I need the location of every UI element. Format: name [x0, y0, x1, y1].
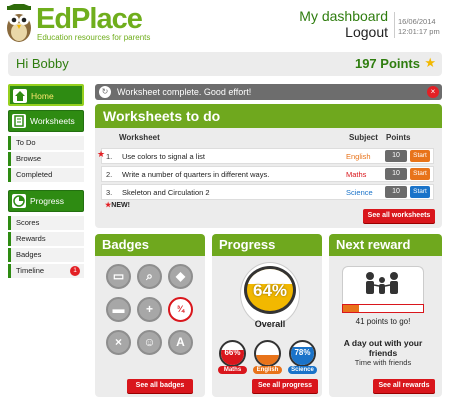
close-icon[interactable]: ×	[427, 86, 439, 98]
progress-title: Progress	[212, 234, 322, 256]
overall-percent: 64%	[252, 281, 288, 300]
times-icon[interactable]: ×	[106, 330, 131, 355]
my-dashboard-link[interactable]: My dashboard	[299, 8, 388, 24]
reward-panel: Next reward See all rewards	[329, 234, 442, 397]
start-button[interactable]: Start	[410, 186, 430, 198]
completion-alert: ↻ Worksheet complete. Good effort! ×	[95, 84, 442, 100]
sidebar: Home Worksheets To Do Browse Completed P…	[8, 84, 84, 280]
subject-percent: 66%	[224, 348, 241, 357]
worksheet-name[interactable]: Skeleton and Circulation 2	[122, 188, 210, 197]
points-to-go: 41 points to go!	[355, 317, 411, 326]
worksheet-points: 10	[385, 168, 407, 180]
new-label: NEW!	[111, 202, 130, 209]
col-header-points: Points	[386, 133, 411, 142]
reward-description: A day out with your friends	[343, 338, 423, 358]
fraction-icon[interactable]: ¾	[168, 297, 193, 322]
drop-icon[interactable]: ◆	[168, 264, 193, 289]
new-legend: ★NEW!	[105, 202, 130, 209]
greeting-text: Hi Bobby	[16, 56, 69, 71]
sidebar-item-worksheets[interactable]: Worksheets	[8, 110, 84, 132]
points-total: 197 Points	[354, 56, 420, 71]
badges-title: Badges	[95, 234, 205, 256]
overall-label: Overall	[254, 319, 286, 329]
sidebar-item-browse[interactable]: Browse	[8, 152, 84, 166]
row-number: 2.	[106, 170, 113, 179]
sidebar-item-to-do[interactable]: To Do	[8, 136, 84, 150]
owl-logo-icon	[7, 4, 31, 42]
sidebar-label-progress: Progress	[30, 196, 65, 206]
worksheet-name[interactable]: Use colors to signal a list	[122, 152, 205, 161]
see-all-worksheets-button[interactable]: See all worksheets	[363, 209, 435, 223]
info-icon: ↻	[99, 86, 111, 98]
sidebar-item-timeline[interactable]: Timeline 1	[8, 264, 84, 278]
start-button[interactable]: Start	[410, 168, 430, 180]
greeting-bar: Hi Bobby 197 Points ★	[8, 52, 442, 76]
col-header-worksheet: Worksheet	[119, 133, 160, 142]
sidebar-item-scores[interactable]: Scores	[8, 216, 84, 230]
header-divider	[394, 12, 395, 38]
reward-subtitle: Time with friends	[354, 358, 412, 367]
page-header: EdPlace Education resources for parents …	[0, 0, 450, 48]
sidebar-item-rewards[interactable]: Rewards	[8, 232, 84, 246]
timeline-count-badge: 1	[70, 266, 80, 276]
subject-percent: 44%	[259, 348, 276, 357]
row-number: 3.	[106, 188, 113, 197]
row-number: 1.	[106, 152, 113, 161]
sidebar-item-completed[interactable]: Completed	[8, 168, 84, 182]
subject-label: Science	[288, 366, 317, 374]
alert-text: Worksheet complete. Good effort!	[117, 87, 252, 97]
subject-score-maths: 66%	[219, 340, 246, 367]
worksheet-row[interactable]: 2. Write a number of quarters in differen…	[101, 166, 434, 182]
worksheet-row[interactable]: 3. Skeleton and Circulation 2 Science 10 Sta…	[101, 184, 434, 200]
badges-panel: Badges ▭ ⌕ ◆ ▬ + ¾ × ☺ A See all badges	[95, 234, 205, 397]
worksheet-subject: Maths	[346, 170, 367, 179]
sidebar-label-worksheets: Worksheets	[30, 116, 75, 126]
worksheets-title: Worksheets to do	[95, 104, 442, 128]
reward-title: Next reward	[329, 234, 442, 256]
logout-link[interactable]: Logout	[345, 24, 388, 40]
worksheet-points: 10	[385, 150, 407, 162]
sidebar-label-home: Home	[31, 91, 54, 101]
subject-score-english: 44%	[254, 340, 281, 367]
sidebar-label-timeline: Timeline	[16, 266, 45, 275]
bus-icon[interactable]: ▬	[106, 297, 131, 322]
header-date: 16/06/2014	[398, 17, 436, 26]
worksheet-subject: English	[346, 152, 371, 161]
logo-text[interactable]: EdPlace	[36, 2, 143, 36]
sidebar-item-home[interactable]: Home	[8, 84, 84, 106]
subject-percent: 78%	[294, 348, 311, 357]
plus-icon[interactable]: +	[137, 297, 162, 322]
worksheet-points: 10	[385, 186, 407, 198]
family-icon	[366, 272, 398, 294]
sidebar-item-badges[interactable]: Badges	[8, 248, 84, 262]
home-icon	[13, 89, 27, 103]
col-header-subject: Subject	[349, 133, 378, 142]
header-datetime: 16/06/2014 12:01:17 pm	[398, 17, 440, 37]
see-all-progress-button[interactable]: See all progress	[252, 379, 318, 393]
see-all-rewards-button[interactable]: See all rewards	[373, 379, 435, 393]
reward-image	[342, 266, 424, 304]
see-all-badges-button[interactable]: See all badges	[127, 379, 193, 393]
basket-icon[interactable]: ▭	[106, 264, 131, 289]
worksheet-row[interactable]: 1. Use colors to signal a list English 10 St…	[101, 148, 434, 164]
logo-tagline: Education resources for parents	[37, 33, 151, 42]
header-time: 12:01:17 pm	[398, 27, 440, 36]
new-star-icon: ★	[97, 149, 106, 159]
sidebar-item-progress[interactable]: Progress	[8, 190, 84, 212]
start-button[interactable]: Start	[410, 150, 430, 162]
worksheet-subject: Science	[346, 188, 373, 197]
subject-label: English	[253, 366, 282, 374]
people-icon[interactable]: ☺	[137, 330, 162, 355]
subject-label: Maths	[218, 366, 247, 374]
magnifier-icon[interactable]: ⌕	[137, 264, 162, 289]
star-icon: ★	[424, 55, 436, 70]
worksheets-panel: Worksheets to do Worksheet Subject Point…	[95, 104, 442, 228]
progress-icon	[12, 194, 26, 208]
subject-score-science: 78%	[289, 340, 316, 367]
worksheet-icon	[12, 114, 26, 128]
worksheet-name[interactable]: Write a number of quarters in different …	[122, 170, 269, 179]
letter-a-icon[interactable]: A	[168, 330, 193, 355]
reward-progress-bar	[342, 304, 424, 313]
